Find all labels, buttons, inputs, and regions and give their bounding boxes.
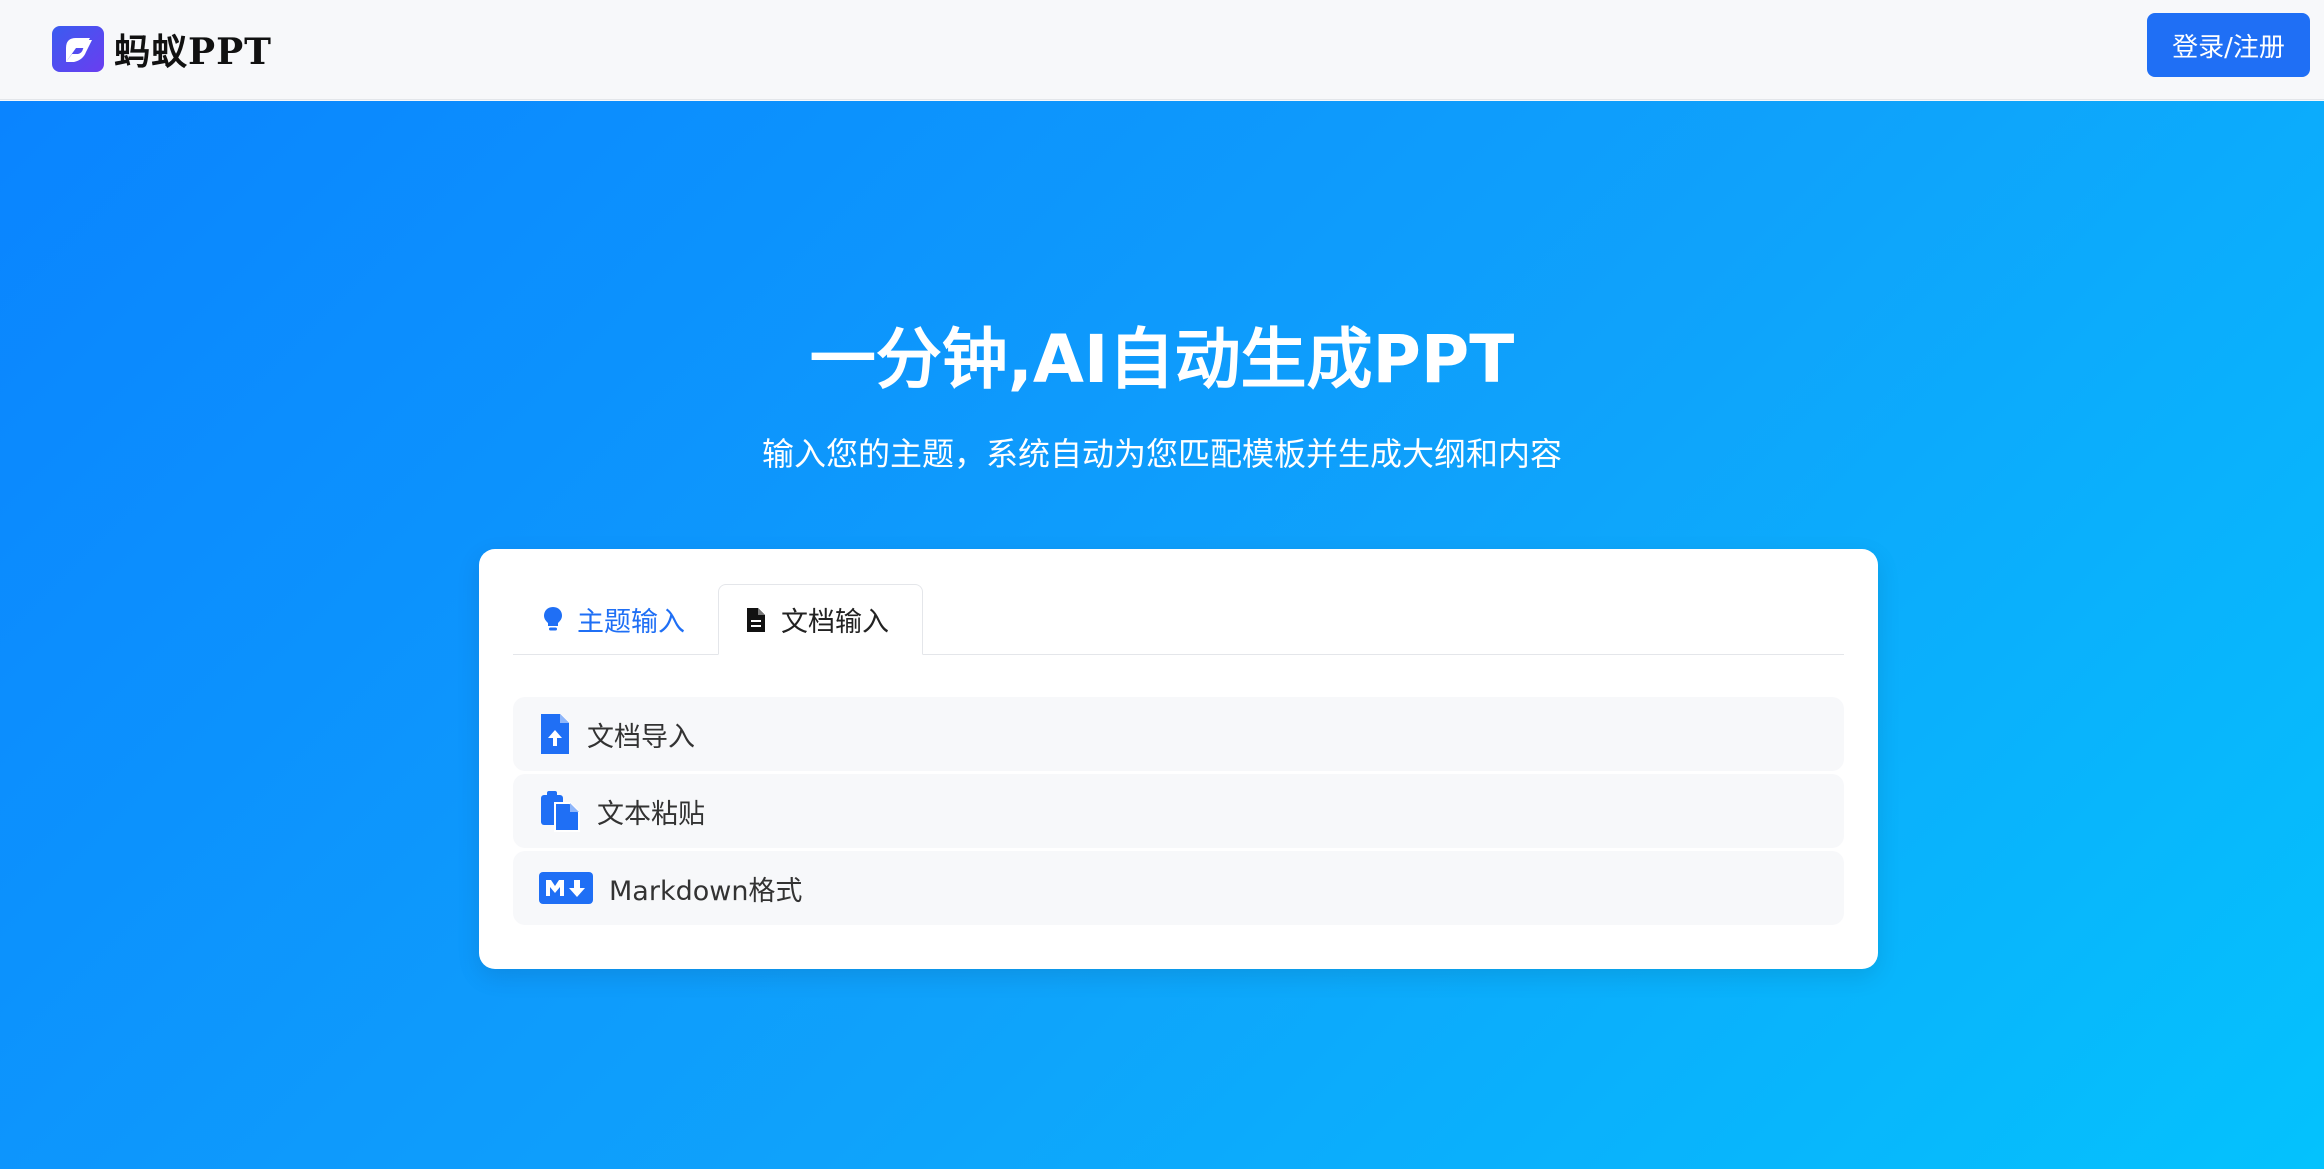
option-file-import-label: 文档导入 [587,721,695,753]
logo-text: 蚂蚁PPT [114,31,272,73]
login-register-button[interactable]: 登录/注册 [2147,13,2310,77]
tab-document-label: 文档输入 [781,607,889,638]
paste-icon [539,789,581,833]
input-card: 主题输入 文档输入 文档导入 文本粘贴 Markdown格式 [479,549,1878,969]
option-file-import[interactable]: 文档导入 [513,697,1844,771]
top-header: 蚂蚁PPT 登录/注册 [0,0,2324,100]
document-options: 文档导入 文本粘贴 Markdown格式 [513,697,1844,928]
input-tabs: 主题输入 文档输入 [513,584,1844,655]
hero-section: 一分钟,AI自动生成PPT 输入您的主题，系统自动为您匹配模板并生成大纲和内容 … [0,101,2324,1169]
hero-title: 一分钟,AI自动生成PPT [809,321,1515,398]
tab-document-input[interactable]: 文档输入 [718,584,923,655]
tab-topic-input[interactable]: 主题输入 [513,584,707,654]
lightbulb-icon [541,605,565,633]
option-markdown[interactable]: Markdown格式 [513,851,1844,925]
option-text-paste[interactable]: 文本粘贴 [513,774,1844,848]
tab-topic-label: 主题输入 [577,606,685,638]
ant-ppt-logo-icon [52,26,104,72]
option-text-paste-label: 文本粘贴 [597,798,705,830]
markdown-icon [539,872,593,904]
logo[interactable]: 蚂蚁PPT [52,24,272,74]
option-markdown-label: Markdown格式 [609,875,803,907]
hero-subtitle: 输入您的主题，系统自动为您匹配模板并生成大纲和内容 [761,435,1562,473]
file-upload-icon [539,712,571,756]
document-icon [745,606,769,634]
